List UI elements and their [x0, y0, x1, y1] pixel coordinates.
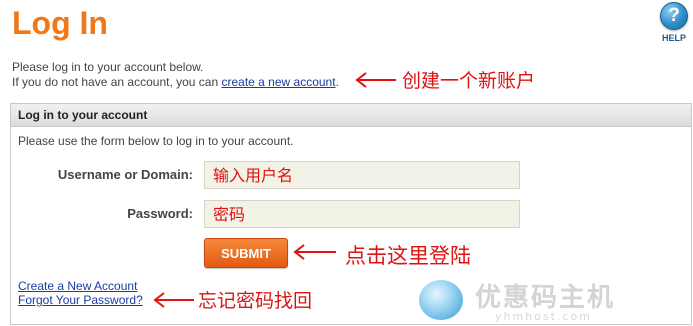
account-links: Create a New Account Forgot Your Passwor…: [18, 279, 143, 307]
username-label: Username or Domain:: [57, 167, 193, 182]
intro-line-2: If you do not have an account, you can c…: [12, 75, 339, 90]
left-arrow-icon: [293, 244, 336, 260]
forgot-password-link[interactable]: Forgot Your Password?: [18, 293, 143, 307]
password-label: Password:: [127, 206, 193, 221]
panel-header: Log in to your account: [11, 104, 691, 127]
submit-button[interactable]: SUBMIT: [204, 238, 288, 268]
create-account-link[interactable]: create a new account: [221, 75, 335, 89]
login-panel: Log in to your account Please use the fo…: [10, 103, 692, 325]
annotation-click-login: 点击这里登陆: [345, 244, 471, 268]
panel-description: Please use the form below to log in to y…: [18, 134, 294, 148]
annotation-forgot-password: 忘记密码找回: [198, 290, 313, 312]
left-arrow-icon: [153, 292, 194, 308]
left-arrow-icon: [355, 72, 396, 88]
intro-line-1: Please log in to your account below.: [12, 60, 204, 74]
annotation-create-account: 创建一个新账户: [402, 70, 536, 92]
username-input[interactable]: [204, 161, 520, 189]
password-input[interactable]: [204, 200, 520, 228]
intro-suffix: .: [335, 75, 339, 89]
create-new-account-link[interactable]: Create a New Account: [18, 279, 137, 293]
help-button[interactable]: ? HELP: [655, 2, 693, 43]
intro-prefix: If you do not have an account, you can: [12, 75, 222, 89]
page-title: Log In: [12, 5, 108, 41]
help-label[interactable]: HELP: [655, 33, 693, 43]
intro-text: Please log in to your account below. If …: [12, 60, 339, 90]
help-icon[interactable]: ?: [660, 2, 688, 30]
